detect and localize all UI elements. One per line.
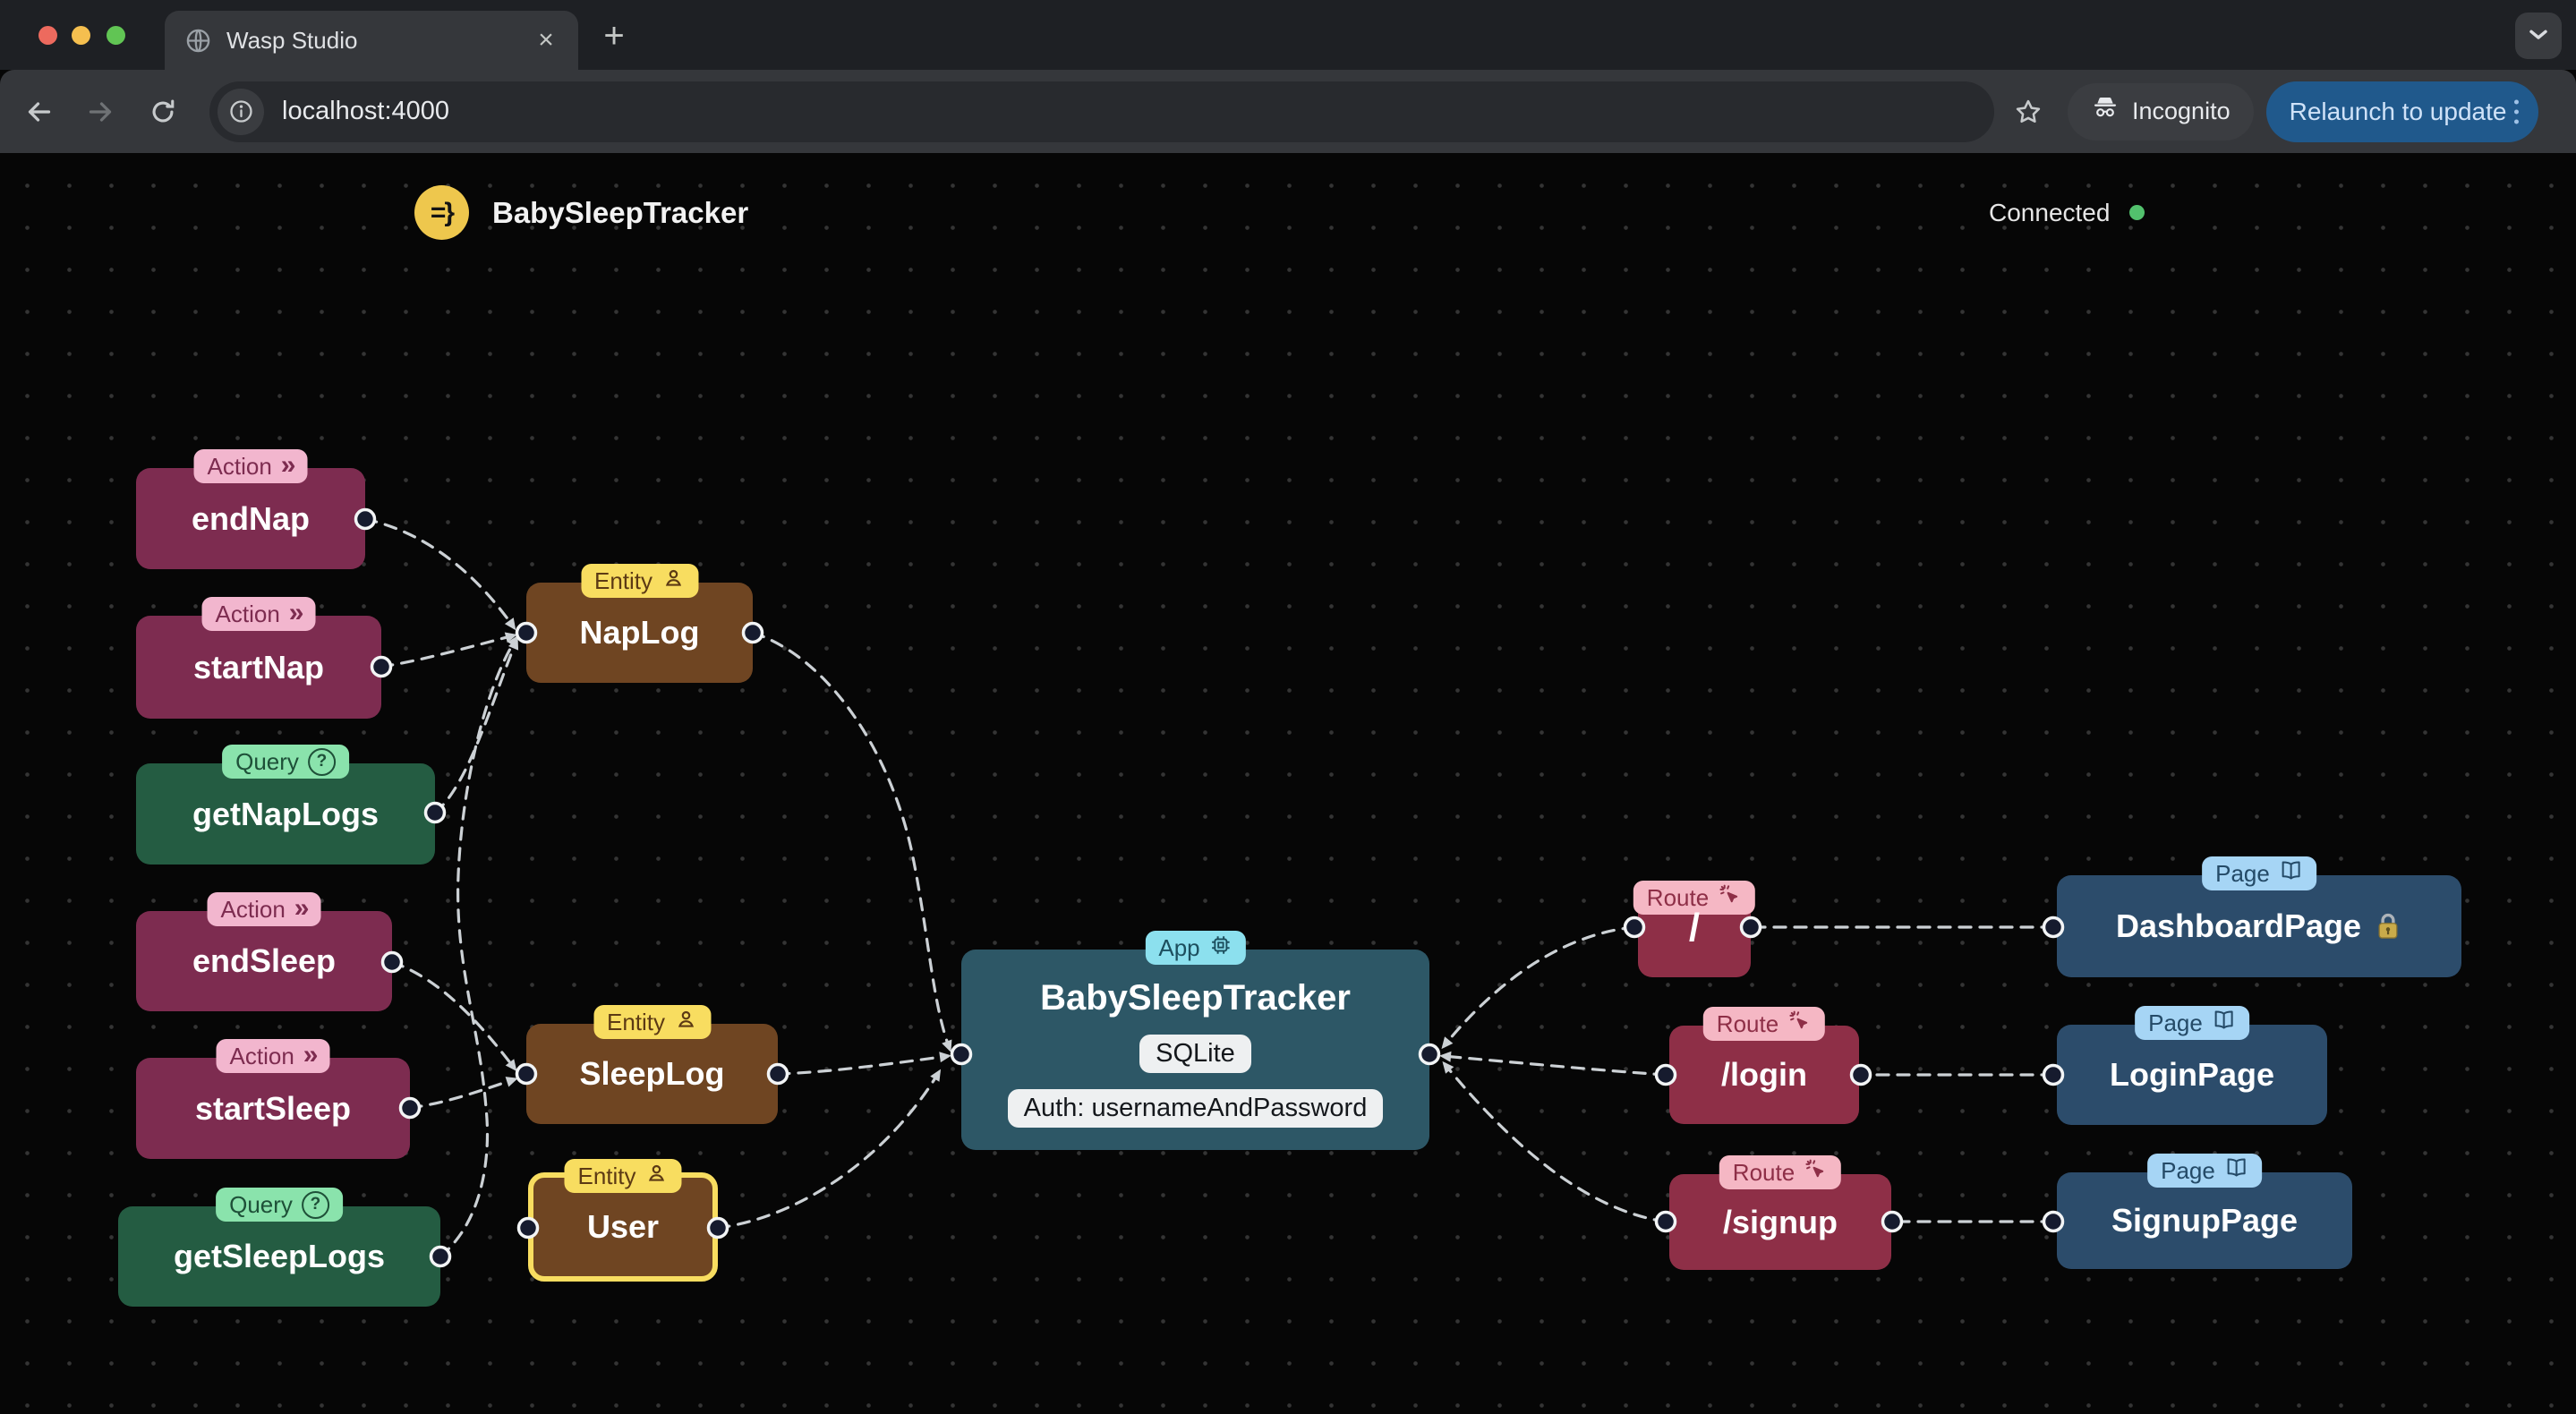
- node-title: startNap: [192, 648, 325, 686]
- node-title: LoginPage: [2109, 1056, 2274, 1093]
- node-title: endNap: [191, 499, 310, 537]
- node-App[interactable]: App BabySleepTracker SQLite Auth: usernameA…: [961, 931, 1429, 1150]
- node-endNap[interactable]: Action » endNap: [136, 449, 365, 569]
- node-title: DashboardPage: [2116, 907, 2402, 945]
- question-icon: ?: [301, 1190, 329, 1219]
- node-getSleepLogs[interactable]: Query? getSleepLogs: [118, 1188, 440, 1307]
- badge-label: Action: [207, 452, 272, 480]
- cursor-click-icon: [1718, 882, 1742, 913]
- badge-route: Route: [1702, 1007, 1826, 1041]
- badge-label: Action: [229, 1042, 294, 1069]
- badge-action: Action »: [201, 597, 316, 631]
- badge-app: App: [1145, 931, 1246, 965]
- badge-action: Action »: [207, 892, 321, 926]
- node-title: SignupPage: [2111, 1202, 2299, 1239]
- badge-action: Action »: [193, 449, 308, 483]
- node-title: getNapLogs: [192, 795, 379, 832]
- node-NapLog[interactable]: Entity NapLog: [526, 564, 753, 683]
- badge-entity: Entity: [580, 564, 699, 598]
- badge-page: Page: [2147, 1154, 2262, 1188]
- badge-entity: Entity: [593, 1005, 712, 1039]
- badge-query: Query?: [216, 1188, 343, 1222]
- badge-label: App: [1158, 933, 1200, 961]
- node-title: NapLog: [579, 614, 700, 651]
- node-title: startSleep: [194, 1089, 352, 1127]
- node-title: BabySleepTracker: [1040, 978, 1351, 1018]
- badge-action: Action »: [216, 1039, 330, 1073]
- badge-label: Action: [220, 895, 286, 923]
- badge-entity: Entity: [564, 1159, 682, 1193]
- node-DashboardPage[interactable]: Page DashboardPage: [2057, 856, 2461, 977]
- node-endSleep[interactable]: Action » endSleep: [136, 892, 392, 1011]
- badge-page: Page: [2202, 856, 2316, 890]
- cursor-click-icon: [1787, 1009, 1812, 1039]
- chip-icon: [1209, 933, 1233, 963]
- node-RouteRoot[interactable]: Route /: [1633, 881, 1756, 977]
- badge-label: Route: [1716, 1009, 1779, 1037]
- node-getNapLogs[interactable]: Query? getNapLogs: [136, 745, 435, 865]
- cursor-click-icon: [1804, 1157, 1828, 1188]
- node-LoginPage[interactable]: Page LoginPage: [2057, 1006, 2327, 1125]
- badge-label: Route: [1732, 1158, 1796, 1186]
- badge-page: Page: [2135, 1006, 2249, 1040]
- person-icon: [661, 566, 685, 596]
- double-chevron-icon: »: [288, 597, 304, 627]
- app-pill: SQLite: [1139, 1035, 1251, 1073]
- nodes-layer: Action » endNap Action » startNap Query? getNap…: [0, 0, 2576, 1414]
- badge-label: Page: [2215, 859, 2270, 887]
- node-RouteSignup[interactable]: Route/signup: [1669, 1155, 1891, 1270]
- node-SignupPage[interactable]: Page SignupPage: [2057, 1154, 2352, 1269]
- badge-query: Query?: [222, 745, 349, 779]
- question-icon: ?: [307, 747, 336, 776]
- node-title: User: [586, 1208, 660, 1245]
- node-RouteLogin[interactable]: Route/login: [1669, 1007, 1859, 1124]
- book-icon: [2224, 1155, 2248, 1186]
- badge-label: Entity: [577, 1162, 636, 1189]
- node-startNap[interactable]: Action » startNap: [136, 597, 381, 719]
- book-icon: [2279, 858, 2303, 889]
- badge-label: Page: [2161, 1156, 2215, 1184]
- badge-route: Route: [1719, 1155, 1842, 1189]
- book-icon: [2212, 1008, 2236, 1038]
- lock-icon: [2374, 911, 2402, 941]
- badge-label: Query: [229, 1190, 293, 1218]
- node-title: SleepLog: [579, 1055, 725, 1092]
- double-chevron-icon: »: [294, 892, 310, 923]
- node-title: /: [1688, 905, 1701, 950]
- app-pill: Auth: usernameAndPassword: [1007, 1089, 1384, 1128]
- node-User[interactable]: Entity User: [528, 1159, 718, 1282]
- node-title: endSleep: [192, 942, 337, 979]
- badge-label: Query: [235, 747, 299, 775]
- badge-label: Page: [2148, 1009, 2203, 1036]
- node-SleepLog[interactable]: Entity SleepLog: [526, 1005, 778, 1124]
- badge-label: Entity: [593, 566, 653, 594]
- double-chevron-icon: »: [280, 449, 296, 480]
- node-title: getSleepLogs: [173, 1238, 386, 1274]
- node-title: /signup: [1723, 1203, 1838, 1240]
- badge-label: Entity: [606, 1008, 666, 1035]
- person-icon: [674, 1008, 697, 1037]
- node-title: /login: [1721, 1056, 1807, 1093]
- person-icon: [645, 1162, 669, 1191]
- double-chevron-icon: »: [303, 1039, 319, 1069]
- badge-label: Action: [215, 600, 280, 627]
- node-startSleep[interactable]: Action » startSleep: [136, 1039, 410, 1159]
